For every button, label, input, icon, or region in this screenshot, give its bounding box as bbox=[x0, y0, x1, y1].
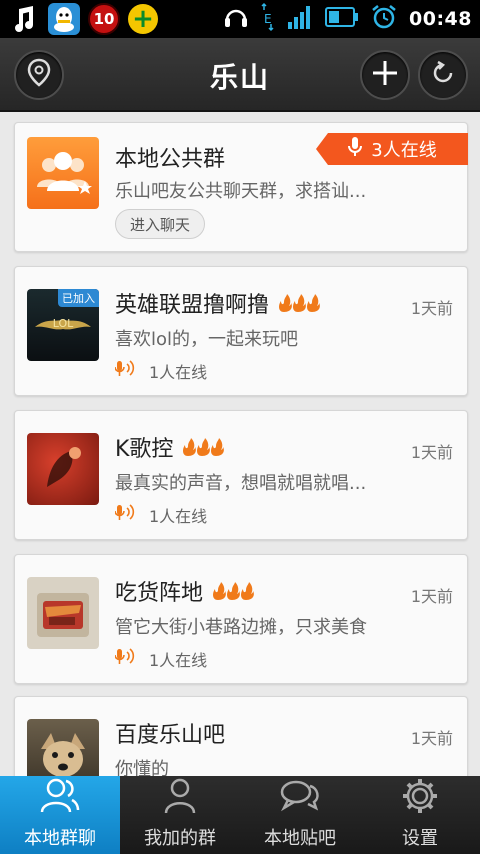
online-count: 1人在线 bbox=[149, 363, 208, 382]
add-group-button[interactable] bbox=[360, 50, 410, 100]
group-description: 你懂的 bbox=[115, 759, 169, 776]
online-status: 1人在线 bbox=[114, 647, 208, 671]
tab-label: 本地群聊 bbox=[24, 828, 96, 849]
enter-chat-button[interactable]: 进入聊天 bbox=[115, 209, 206, 239]
group-card-baidu[interactable]: 百度乐山吧 1天前 你懂的 bbox=[14, 696, 468, 776]
last-active-time: 1天前 bbox=[410, 299, 453, 318]
online-status: 1人在线 bbox=[114, 503, 208, 527]
plus-icon bbox=[371, 59, 399, 91]
group-card-food[interactable]: 吃货阵地 1天前 管它大街小巷路边摊，只求美食 1人在线 bbox=[14, 554, 468, 684]
group-description: 管它大街小巷路边摊，只求美食 bbox=[115, 617, 367, 638]
group-avatar bbox=[27, 719, 99, 776]
group-avatar bbox=[27, 433, 99, 505]
group-name: 吃货阵地 bbox=[115, 581, 204, 606]
group-name: K歌控 bbox=[115, 437, 174, 462]
group-avatar: LOL 已加入 bbox=[27, 289, 99, 361]
qq-icon bbox=[48, 3, 80, 35]
group-list[interactable]: 本地公共群 乐山吧友公共聊天群，求搭讪... 3人在线 进入聊天 LOL 已加入… bbox=[0, 112, 480, 776]
tab-local-tieba[interactable]: 本地贴吧 bbox=[240, 776, 360, 854]
group-card-public[interactable]: 本地公共群 乐山吧友公共聊天群，求搭讪... 3人在线 进入聊天 bbox=[14, 122, 468, 252]
online-count-banner: 3人在线 bbox=[316, 133, 468, 165]
group-card-lol[interactable]: LOL 已加入 英雄联盟撸啊撸 1天前 喜欢lol的，一起来玩吧 1人在线 bbox=[14, 266, 468, 396]
tab-label: 我加的群 bbox=[144, 828, 216, 849]
plus-app-icon: + bbox=[128, 4, 158, 34]
people-icon bbox=[38, 776, 82, 820]
heat-flames-icon bbox=[211, 581, 255, 601]
public-group-avatar-icon bbox=[27, 137, 99, 209]
group-description: 最真实的声音，想唱就唱就唱... bbox=[115, 473, 367, 494]
svg-text:E: E bbox=[264, 12, 272, 26]
signal-strength-icon bbox=[287, 4, 313, 34]
group-name: 百度乐山吧 bbox=[115, 723, 226, 748]
battery-icon bbox=[325, 6, 359, 32]
refresh-button[interactable] bbox=[418, 50, 468, 100]
edge-data-icon: E bbox=[261, 2, 275, 36]
last-active-time: 1天前 bbox=[410, 587, 453, 606]
chat-bubbles-icon bbox=[278, 776, 322, 820]
group-title-row: K歌控 bbox=[115, 431, 225, 463]
group-description: 喜欢lol的，一起来玩吧 bbox=[115, 329, 299, 350]
group-name: 本地公共群 bbox=[115, 147, 226, 172]
title-bar: 乐山 bbox=[0, 38, 480, 112]
group-card-karaoke[interactable]: K歌控 1天前 最真实的声音，想唱就唱就唱... 1人在线 bbox=[14, 410, 468, 540]
headset-icon bbox=[223, 4, 249, 34]
heat-flames-icon bbox=[181, 437, 225, 457]
status-bar: 10 + E 00:48 bbox=[0, 0, 480, 38]
last-active-time: 1天前 bbox=[410, 443, 453, 462]
refresh-icon bbox=[430, 60, 456, 90]
microphone-icon bbox=[114, 359, 137, 383]
tab-local-group-chat[interactable]: 本地群聊 bbox=[0, 776, 120, 854]
group-description: 乐山吧友公共聊天群，求搭讪... bbox=[115, 181, 367, 202]
tab-settings[interactable]: 设置 bbox=[360, 776, 480, 854]
alarm-clock-icon bbox=[371, 4, 397, 34]
tab-label: 本地贴吧 bbox=[264, 828, 336, 849]
joined-tag: 已加入 bbox=[58, 289, 99, 307]
heat-flames-icon bbox=[277, 293, 321, 313]
status-clock: 00:48 bbox=[409, 8, 472, 30]
group-title-row: 吃货阵地 bbox=[115, 575, 255, 607]
tab-label: 设置 bbox=[402, 828, 438, 849]
last-active-time: 1天前 bbox=[410, 729, 453, 748]
online-count-text: 3人在线 bbox=[371, 140, 437, 161]
online-status: 1人在线 bbox=[114, 359, 208, 383]
svg-text:LOL: LOL bbox=[53, 317, 74, 330]
group-title-row: 英雄联盟撸啊撸 bbox=[115, 287, 321, 319]
microphone-icon bbox=[347, 136, 363, 163]
notification-count-badge: 10 bbox=[88, 3, 120, 35]
tab-my-groups[interactable]: 我加的群 bbox=[120, 776, 240, 854]
online-count: 1人在线 bbox=[149, 651, 208, 670]
microphone-icon bbox=[114, 503, 137, 527]
gear-icon bbox=[400, 776, 440, 820]
person-icon bbox=[160, 776, 200, 820]
music-note-icon bbox=[8, 3, 40, 35]
microphone-icon bbox=[114, 647, 137, 671]
group-avatar bbox=[27, 577, 99, 649]
online-count: 1人在线 bbox=[149, 507, 208, 526]
bottom-tab-bar: 本地群聊 我加的群 本地贴吧 设置 bbox=[0, 776, 480, 854]
group-name: 英雄联盟撸啊撸 bbox=[115, 293, 270, 318]
